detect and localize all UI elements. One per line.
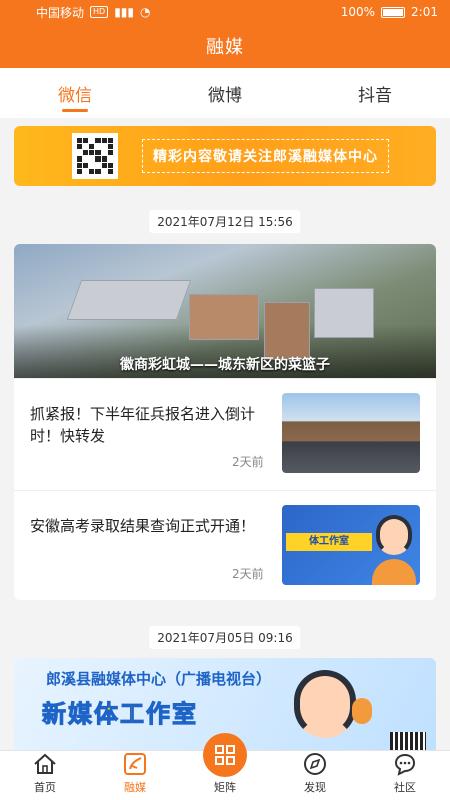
page-title: 融媒 (206, 37, 244, 58)
headset-icon (352, 698, 372, 724)
hero-article[interactable]: 徽商彩虹城——城东新区的菜篮子 (14, 244, 436, 378)
chat-icon (392, 751, 418, 777)
nav-label: 矩阵 (214, 781, 236, 794)
building-shape (66, 280, 192, 320)
nav-home[interactable]: 首页 (0, 751, 90, 800)
status-bar: 中国移动 HD ▮▮▮ ◔ 100% 2:01 (0, 0, 450, 24)
nav-label: 融媒 (124, 781, 146, 794)
carrier-label: 中国移动 (36, 5, 85, 20)
feed[interactable]: 精彩内容敬请关注郎溪融媒体中心 2021年07月12日 15:56 徽商彩虹城—… (0, 118, 450, 750)
matrix-icon (203, 733, 247, 777)
article-card: 徽商彩虹城——城东新区的菜篮子 抓紧报！下半年征兵报名进入倒计时！快转发 2天前… (14, 244, 436, 600)
wifi-icon: ◔ (140, 5, 151, 19)
building-shape (314, 288, 374, 338)
avatar-illustration (294, 670, 356, 738)
battery-percent: 100% (340, 5, 376, 19)
bottom-nav: 首页 融媒 矩阵 发现 社区 (0, 733, 450, 800)
nav-label: 发现 (304, 781, 326, 794)
date-label: 2021年07月12日 15:56 (149, 210, 301, 233)
media-icon (122, 751, 148, 777)
nav-media[interactable]: 融媒 (90, 751, 180, 800)
clock: 2:01 (411, 5, 438, 19)
news-title: 抓紧报！下半年征兵报名进入倒计时！快转发 (30, 405, 256, 445)
nav-label: 首页 (34, 781, 56, 794)
avatar-illustration (372, 559, 416, 585)
battery-icon (381, 6, 406, 18)
list-item[interactable]: 安徽高考录取结果查询正式开通！ 2天前 体工作室 (14, 490, 436, 600)
building-shape (189, 294, 259, 340)
compass-icon (302, 751, 328, 777)
follow-banner-text: 精彩内容敬请关注郎溪融媒体中心 (142, 139, 389, 173)
home-icon (32, 751, 58, 777)
news-time: 2天前 (232, 455, 264, 469)
tab-douyin[interactable]: 抖音 (300, 68, 450, 118)
hd-badge: HD (90, 6, 109, 18)
app-header: 中国移动 HD ▮▮▮ ◔ 100% 2:01 融媒 (0, 0, 450, 68)
date-label: 2021年07月05日 09:16 (149, 626, 301, 649)
qr-code-icon (72, 133, 118, 179)
tab-weibo[interactable]: 微博 (150, 68, 300, 118)
news-thumbnail: 体工作室 (282, 505, 420, 585)
banner-subtitle: 郎溪县融媒体中心（广播电视台） (46, 670, 272, 688)
thumbnail-text: 体工作室 (286, 533, 372, 551)
signal-icon: ▮▮▮ (114, 5, 135, 19)
news-thumbnail (282, 393, 420, 473)
banner-title: 新媒体工作室 (42, 700, 198, 729)
nav-discover[interactable]: 发现 (270, 751, 360, 800)
follow-banner[interactable]: 精彩内容敬请关注郎溪融媒体中心 (14, 126, 436, 186)
qr-code-icon (390, 732, 426, 750)
list-item[interactable]: 抓紧报！下半年征兵报名进入倒计时！快转发 2天前 (14, 378, 436, 490)
nav-community[interactable]: 社区 (360, 751, 450, 800)
avatar-illustration (376, 515, 412, 555)
tab-wechat[interactable]: 微信 (0, 68, 150, 118)
tab-bar: 微信 微博 抖音 (0, 68, 450, 118)
news-time: 2天前 (232, 567, 264, 581)
news-title: 安徽高考录取结果查询正式开通！ (30, 517, 256, 535)
building-shape (264, 302, 310, 360)
hero-caption: 徽商彩虹城——城东新区的菜篮子 (120, 357, 330, 373)
nav-matrix[interactable]: 矩阵 (180, 733, 270, 800)
nav-label: 社区 (394, 781, 416, 794)
